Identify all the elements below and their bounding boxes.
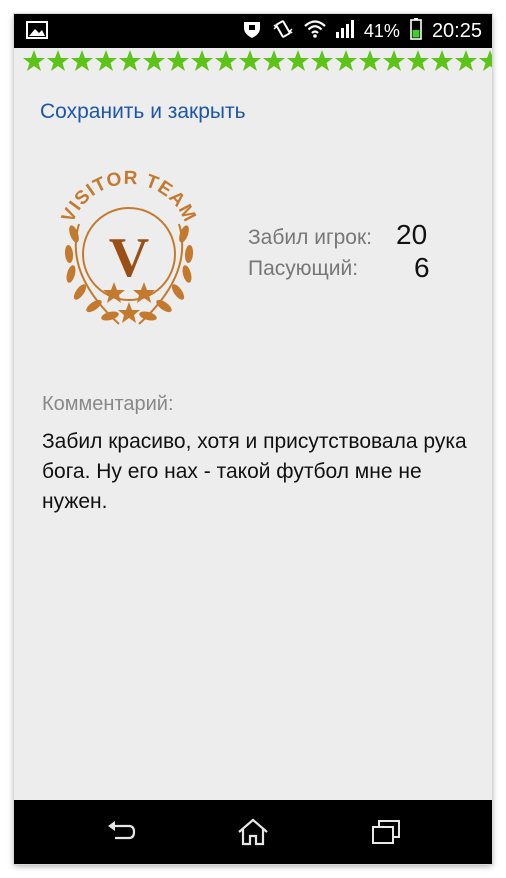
- star-icon[interactable]: [430, 47, 454, 75]
- svg-text:VISITOR TEAM: VISITOR TEAM: [58, 168, 200, 226]
- star-icon[interactable]: [46, 47, 70, 75]
- gallery-icon: [26, 21, 48, 44]
- star-icon[interactable]: [382, 47, 406, 75]
- battery-icon: [410, 17, 422, 45]
- comment-label: Комментарий:: [42, 393, 174, 415]
- status-bar: 41% 20:25: [14, 14, 492, 48]
- scorer-number: 20: [396, 219, 428, 250]
- star-icon[interactable]: [214, 47, 238, 75]
- clock: 20:25: [431, 19, 482, 42]
- star-icon[interactable]: [358, 47, 382, 75]
- shield-icon: [242, 19, 262, 44]
- navigation-bar: [14, 800, 492, 864]
- vibrate-icon: [272, 19, 294, 44]
- star-icon[interactable]: [118, 47, 142, 75]
- star-icon[interactable]: [478, 47, 492, 75]
- signal-icon: [335, 19, 354, 43]
- star-icon[interactable]: [22, 47, 46, 75]
- wifi-icon: [304, 19, 326, 43]
- star-icon[interactable]: [310, 47, 334, 75]
- star-icon[interactable]: [334, 47, 358, 75]
- star-icon[interactable]: [142, 47, 166, 75]
- battery-percent: 41%: [363, 20, 400, 41]
- back-icon[interactable]: [100, 814, 140, 850]
- assist-number: 6: [414, 252, 430, 283]
- star-icon[interactable]: [262, 47, 286, 75]
- star-icon[interactable]: [238, 47, 262, 75]
- star-icon[interactable]: [94, 47, 118, 75]
- phone-screen: 41% 20:25 Сохранить и закрыть VISITOR TE…: [14, 14, 492, 864]
- star-rating[interactable]: [22, 47, 492, 75]
- svg-text:V: V: [109, 227, 149, 289]
- star-icon[interactable]: [190, 47, 214, 75]
- home-icon[interactable]: [233, 814, 273, 850]
- recent-apps-icon[interactable]: [366, 814, 406, 850]
- star-icon[interactable]: [454, 47, 478, 75]
- assist-label: Пасующий:: [248, 257, 359, 280]
- star-icon[interactable]: [406, 47, 430, 75]
- star-icon[interactable]: [286, 47, 310, 75]
- scorer-label: Забил игрок:: [248, 226, 372, 249]
- comment-text: Забил красиво, хотя и присутствовала рук…: [42, 430, 467, 513]
- star-icon[interactable]: [166, 47, 190, 75]
- star-icon[interactable]: [70, 47, 94, 75]
- save-and-close-link[interactable]: Сохранить и закрыть: [40, 100, 246, 124]
- visitor-team-logo: VISITOR TEAM V: [44, 164, 214, 344]
